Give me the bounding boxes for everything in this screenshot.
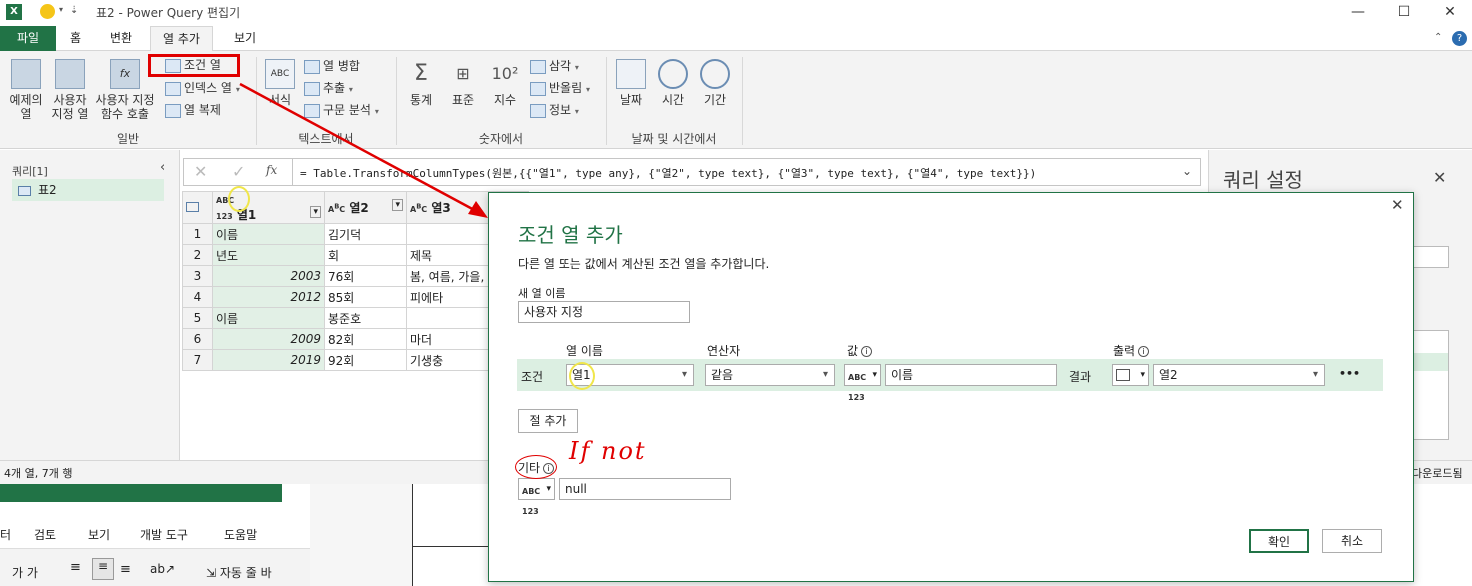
red-arrow-annotation [239,82,488,218]
